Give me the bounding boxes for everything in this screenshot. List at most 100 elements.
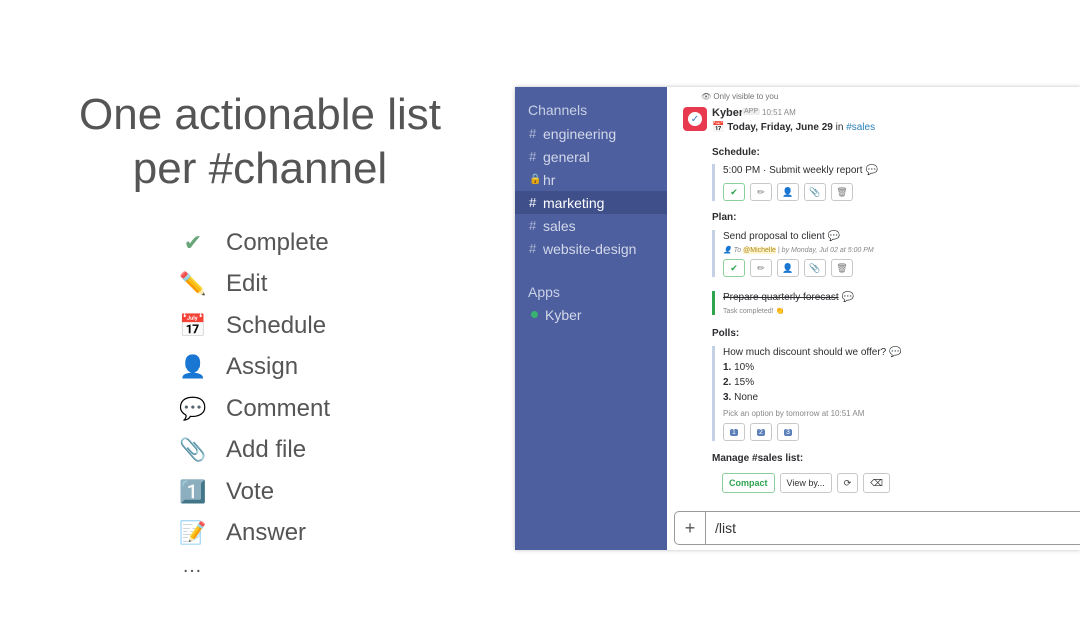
feature-schedule: 📅 Schedule [179,305,440,347]
speech-bubble-icon: 💬 [179,395,207,421]
paperclip-icon: 📎 [179,437,207,463]
channels-heading[interactable]: Channels [528,102,587,118]
eye-icon: 👁 [701,92,712,101]
feature-add-file: 📎 Add file [179,430,440,472]
comment-icon[interactable]: 💬 [866,165,878,176]
feature-vote: 1️⃣ Vote [179,471,440,513]
poll-option: 1. 10% [723,362,755,373]
plan-label: Plan: [712,212,737,223]
sidebar-item-general[interactable]: # general [515,145,667,168]
feature-list: ✔ Complete ✏️ Edit 📅 Schedule 👤 Assign 💬… [179,222,440,555]
feature-label: Schedule [226,311,327,339]
comment-icon[interactable]: 💬 [889,347,901,358]
task-completed-note: Task completed! 👏 [723,308,785,315]
complete-button[interactable]: ✔ [723,259,745,277]
app-name: Kyber [545,306,582,323]
mention-link[interactable]: @Michelle [743,247,776,254]
channel-link[interactable]: #sales [846,122,875,133]
slide-title: One actionable list per #channel [40,88,480,196]
task-text: Prepare quarterly forecast 💬 [723,292,855,303]
assignee-avatar: 👤 [723,247,732,254]
task-actions: ✔ ✏ 👤 📎 🗑 [723,259,1023,277]
pencil-icon: ✏️ [179,271,207,297]
comment-icon[interactable]: 💬 [828,231,840,242]
sender-name[interactable]: Kyber [712,107,743,119]
sidebar-item-hr[interactable]: 🔒 hr [515,168,667,191]
apps-heading[interactable]: Apps [528,284,560,300]
online-status-icon [531,311,538,318]
task-text: Send proposal to client 💬 [723,231,841,242]
poll-card: How much discount should we offer? 💬 1. 1… [712,346,1023,441]
calendar-icon: 📅 [712,122,725,133]
poll-option: 3. None [723,392,759,403]
person-icon: 👤 [179,354,207,380]
task-assignment: 👤 To @Michelle | by Monday, Jul 02 at 5:… [723,247,874,254]
schedule-task-card: 5:00 PM · Submit weekly report 💬 ✔ ✏ 👤 📎 … [712,164,1023,201]
channel-name: sales [543,217,576,234]
task-text: 5:00 PM · Submit weekly report 💬 [723,165,878,176]
lock-icon: 🔒 [529,174,542,185]
message-input[interactable]: /list [715,520,736,536]
hash-icon: # [529,241,537,256]
clear-button[interactable]: ⌫ [863,473,890,493]
vote-3-button[interactable]: 3 [777,423,799,441]
feature-comment: 💬 Comment [179,388,440,430]
channel-name: marketing [543,194,605,211]
attach-button[interactable]: 📎 [804,259,826,277]
chat-app-window: Channels # engineering # general 🔒 hr # … [515,87,1080,550]
edit-button[interactable]: ✏ [750,259,772,277]
completed-task-card: Prepare quarterly forecast 💬 Task complet… [712,291,1023,315]
hash-icon: # [529,149,537,164]
sidebar-item-website-design[interactable]: # website-design [515,237,667,260]
comment-icon[interactable]: 💬 [842,292,854,303]
sidebar-item-kyber[interactable]: Kyber [515,303,667,326]
complete-button[interactable]: ✔ [723,183,745,201]
refresh-button[interactable]: ⟳ [836,473,859,493]
manage-label: Manage #sales list: [712,453,804,464]
feature-complete: ✔ Complete [180,222,440,264]
sidebar-item-engineering[interactable]: # engineering [515,122,667,145]
hash-icon: # [529,126,537,141]
plan-task-card: Send proposal to client 💬 👤 To @Michelle … [712,230,1023,277]
poll-question: How much discount should we offer? 💬 [723,347,902,358]
keycap-one-icon: 1️⃣ [179,478,207,504]
delete-button[interactable]: 🗑 [831,259,853,277]
sidebar-item-sales[interactable]: # sales [515,214,667,237]
kyber-avatar[interactable]: ✓ [683,107,707,131]
feature-label: Answer [226,519,307,547]
channel-name: general [543,148,590,165]
visibility-note: 👁 Only visible to you [701,92,779,101]
feature-assign: 👤 Assign [179,347,440,389]
check-icon: ✓ [688,112,702,126]
check-icon: ✔ [183,229,203,255]
assign-button[interactable]: 👤 [777,259,799,277]
vote-1-button[interactable]: 1 [723,423,745,441]
attach-button[interactable]: 📎 [804,183,826,201]
calendar-icon: 📅 [179,312,207,338]
hash-icon: # [529,218,537,233]
schedule-label: Schedule: [712,147,760,158]
vote-2-button[interactable]: 2 [750,423,772,441]
feature-label: Comment [226,394,331,422]
edit-button[interactable]: ✏ [750,183,772,201]
feature-label: Edit [226,270,268,298]
feature-label: Complete [226,228,329,256]
channel-name: engineering [543,125,617,142]
attach-plus-button[interactable]: + [675,512,706,544]
slide-title-line-2: per #channel [132,144,388,193]
feature-label: Assign [226,353,299,381]
task-actions: ✔ ✏ 👤 📎 🗑 [723,183,1023,201]
app-badge: APP [742,108,761,115]
feature-edit: ✏️ Edit [179,264,440,306]
feature-answer: 📝 Answer [179,513,440,555]
delete-button[interactable]: 🗑 [831,183,853,201]
message-time[interactable]: 10:51 AM [762,108,796,117]
poll-option: 2. 15% [723,377,755,388]
assign-button[interactable]: 👤 [777,183,799,201]
view-by-button[interactable]: View by... [779,473,832,493]
message-pane: 👁 Only visible to you ✓ Kyber APP 10:51 … [667,87,1080,550]
sidebar-item-marketing[interactable]: # marketing [515,191,667,214]
message-composer[interactable]: + /list [674,511,1080,545]
channel-name: hr [543,171,556,188]
compact-button[interactable]: Compact [722,473,775,493]
